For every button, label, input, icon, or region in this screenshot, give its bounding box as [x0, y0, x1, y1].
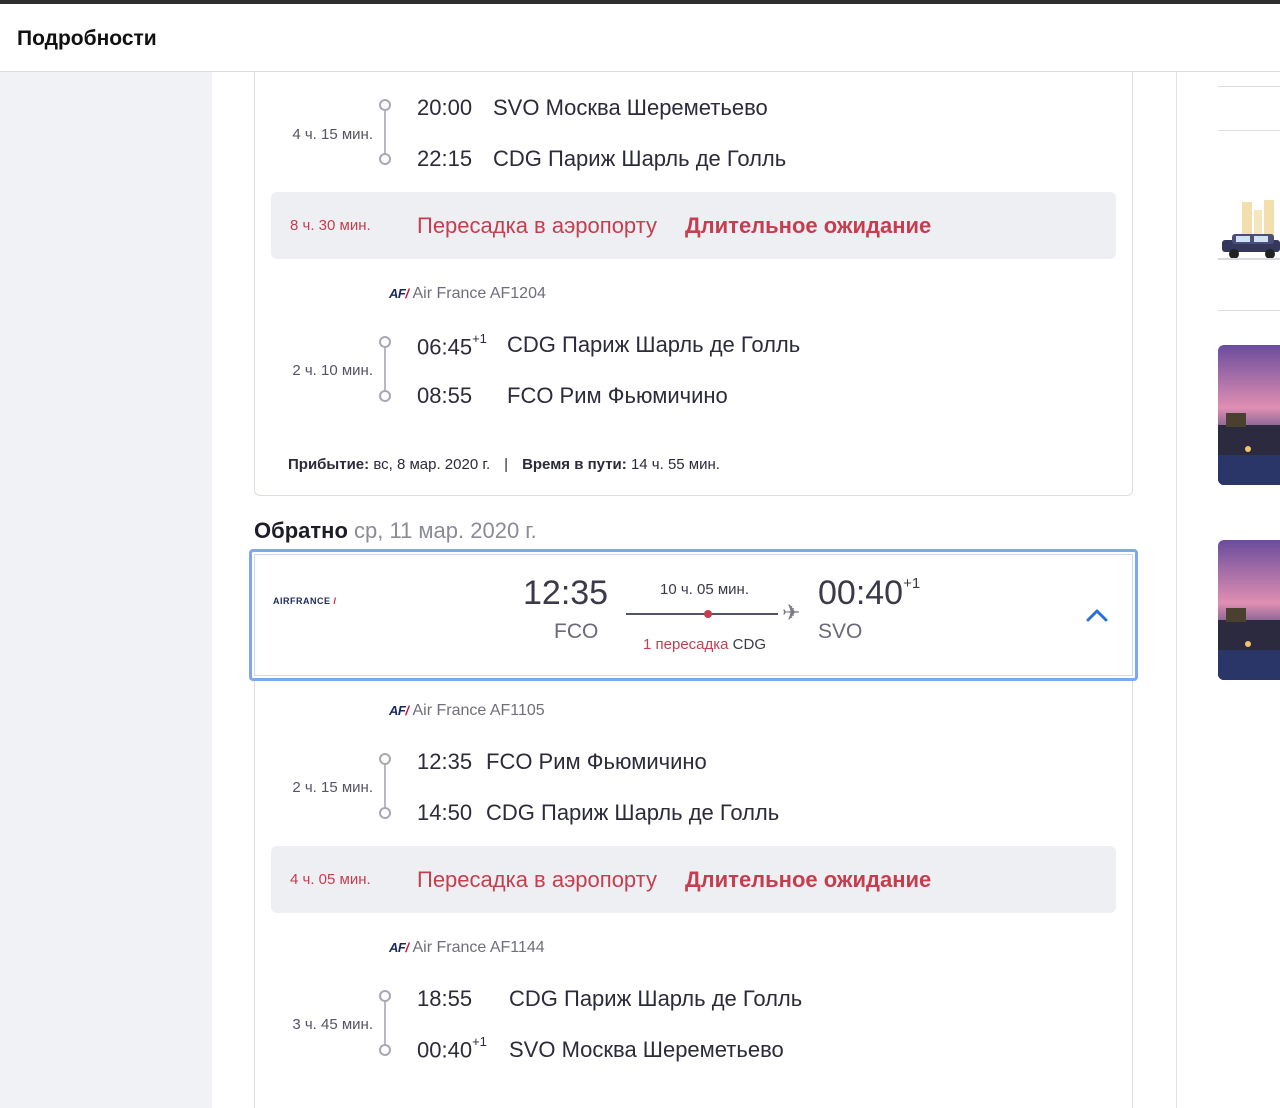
segment-duration: 4 ч. 15 мин. — [292, 126, 373, 143]
departure-airport: FCO Рим Фьюмичино — [486, 749, 707, 774]
departure-airport: SVO Москва Шереметьево — [493, 95, 768, 120]
timeline-line — [384, 1000, 386, 1048]
segment-duration: 3 ч. 45 мин. — [292, 1016, 373, 1033]
timeline-dot — [379, 1044, 391, 1056]
airline-logo: AIRFRANCE / — [273, 596, 337, 606]
next-day-marker: +1 — [903, 574, 921, 592]
departure-airport: CDG Париж Шарль де Голль — [509, 986, 803, 1011]
summary-stops: 1 пересадка CDG — [643, 636, 767, 653]
return-flight-summary[interactable]: AIRFRANCE / 12:35 FCO 10 ч. 05 мин. ✈ 1 … — [249, 549, 1138, 681]
arrival-airport: CDG Париж Шарль де Голль — [486, 800, 780, 825]
departure-time: 06:45+1 — [417, 331, 487, 360]
layover-block: 4 ч. 05 мин. Пересадка в аэропорту Длите… — [271, 846, 1116, 913]
air-france-logo-icon: AF/ — [389, 286, 409, 301]
carrier-info: AF/Air France AF1204 — [389, 285, 546, 303]
carrier-info: AF/Air France AF1144 — [389, 939, 545, 957]
timeline-line — [384, 346, 386, 394]
arrival-time: 14:50 — [417, 800, 473, 825]
carrier-flight: Air France AF1105 — [412, 702, 545, 719]
air-france-logo-icon: AF/ — [389, 940, 409, 955]
departure-airport: CDG Париж Шарль де Голль — [507, 332, 801, 357]
layover-duration: 8 ч. 30 мин. — [290, 217, 371, 234]
timeline-line — [384, 763, 386, 811]
arrival-time: 00:40+1 — [417, 1034, 487, 1063]
layover-text: Пересадка в аэропорту — [417, 213, 658, 238]
timeline-dot — [379, 336, 391, 348]
long-wait-warning: Длительное ожидание — [685, 213, 932, 238]
divider — [1218, 310, 1280, 311]
segment-duration: 2 ч. 10 мин. — [292, 362, 373, 379]
timeline-dot — [379, 153, 391, 165]
left-sidebar — [0, 72, 212, 1108]
timeline-dot — [379, 990, 391, 1002]
layover-block: 8 ч. 30 мин. Пересадка в аэропорту Длите… — [271, 192, 1116, 259]
summary-duration: 10 ч. 05 мин. — [660, 581, 749, 598]
chevron-up-icon[interactable] — [1086, 608, 1108, 622]
arrival-time: 08:55 — [417, 383, 473, 408]
segment-duration: 2 ч. 15 мин. — [292, 779, 373, 796]
transfer-car-image[interactable] — [1218, 192, 1280, 272]
timeline-dot — [379, 753, 391, 765]
timeline-dot — [379, 390, 391, 402]
departure-time: 12:35 — [417, 749, 473, 774]
arrival-airport: CDG Париж Шарль де Голль — [493, 146, 787, 171]
summary-arrival-time: 00:40+1 — [818, 574, 921, 612]
return-heading: Обратно ср, 11 мар. 2020 г. — [254, 518, 537, 543]
carrier-info: AF/Air France AF1105 — [389, 702, 545, 720]
departure-time: 18:55 — [417, 986, 473, 1011]
right-column-divider — [1176, 72, 1177, 1108]
destination-photo[interactable] — [1218, 345, 1280, 485]
departure-time: 20:00 — [417, 95, 473, 120]
summary-departure-time: 12:35 — [523, 574, 609, 612]
arrival-airport: FCO Рим Фьюмичино — [507, 383, 728, 408]
arrival-airport: SVO Москва Шереметьево — [509, 1037, 784, 1062]
next-day-marker: +1 — [472, 1034, 487, 1049]
long-wait-warning: Длительное ожидание — [685, 867, 932, 892]
next-day-marker: +1 — [472, 331, 487, 346]
arrival-time: 22:15 — [417, 146, 473, 171]
timeline-dot — [379, 99, 391, 111]
header: Подробности — [0, 4, 1280, 72]
summary-departure-code: FCO — [554, 620, 599, 643]
page-title: Подробности — [17, 27, 157, 50]
divider — [1218, 130, 1280, 131]
layover-duration: 4 ч. 05 мин. — [290, 871, 371, 888]
stop-dot — [704, 610, 712, 618]
layover-text: Пересадка в аэропорту — [417, 867, 658, 892]
destination-photo[interactable] — [1218, 540, 1280, 680]
timeline-line — [384, 110, 386, 158]
carrier-flight: Air France AF1144 — [412, 939, 545, 956]
route-line — [626, 613, 778, 615]
arrival-summary: Прибытие: вс, 8 мар. 2020 г. | Время в пут… — [288, 456, 720, 473]
plane-icon: ✈ — [782, 600, 801, 625]
divider — [1218, 86, 1280, 87]
air-france-logo-icon: AF/ — [389, 703, 409, 718]
carrier-flight: Air France AF1204 — [412, 285, 546, 302]
timeline-dot — [379, 807, 391, 819]
summary-arrival-code: SVO — [818, 620, 863, 643]
